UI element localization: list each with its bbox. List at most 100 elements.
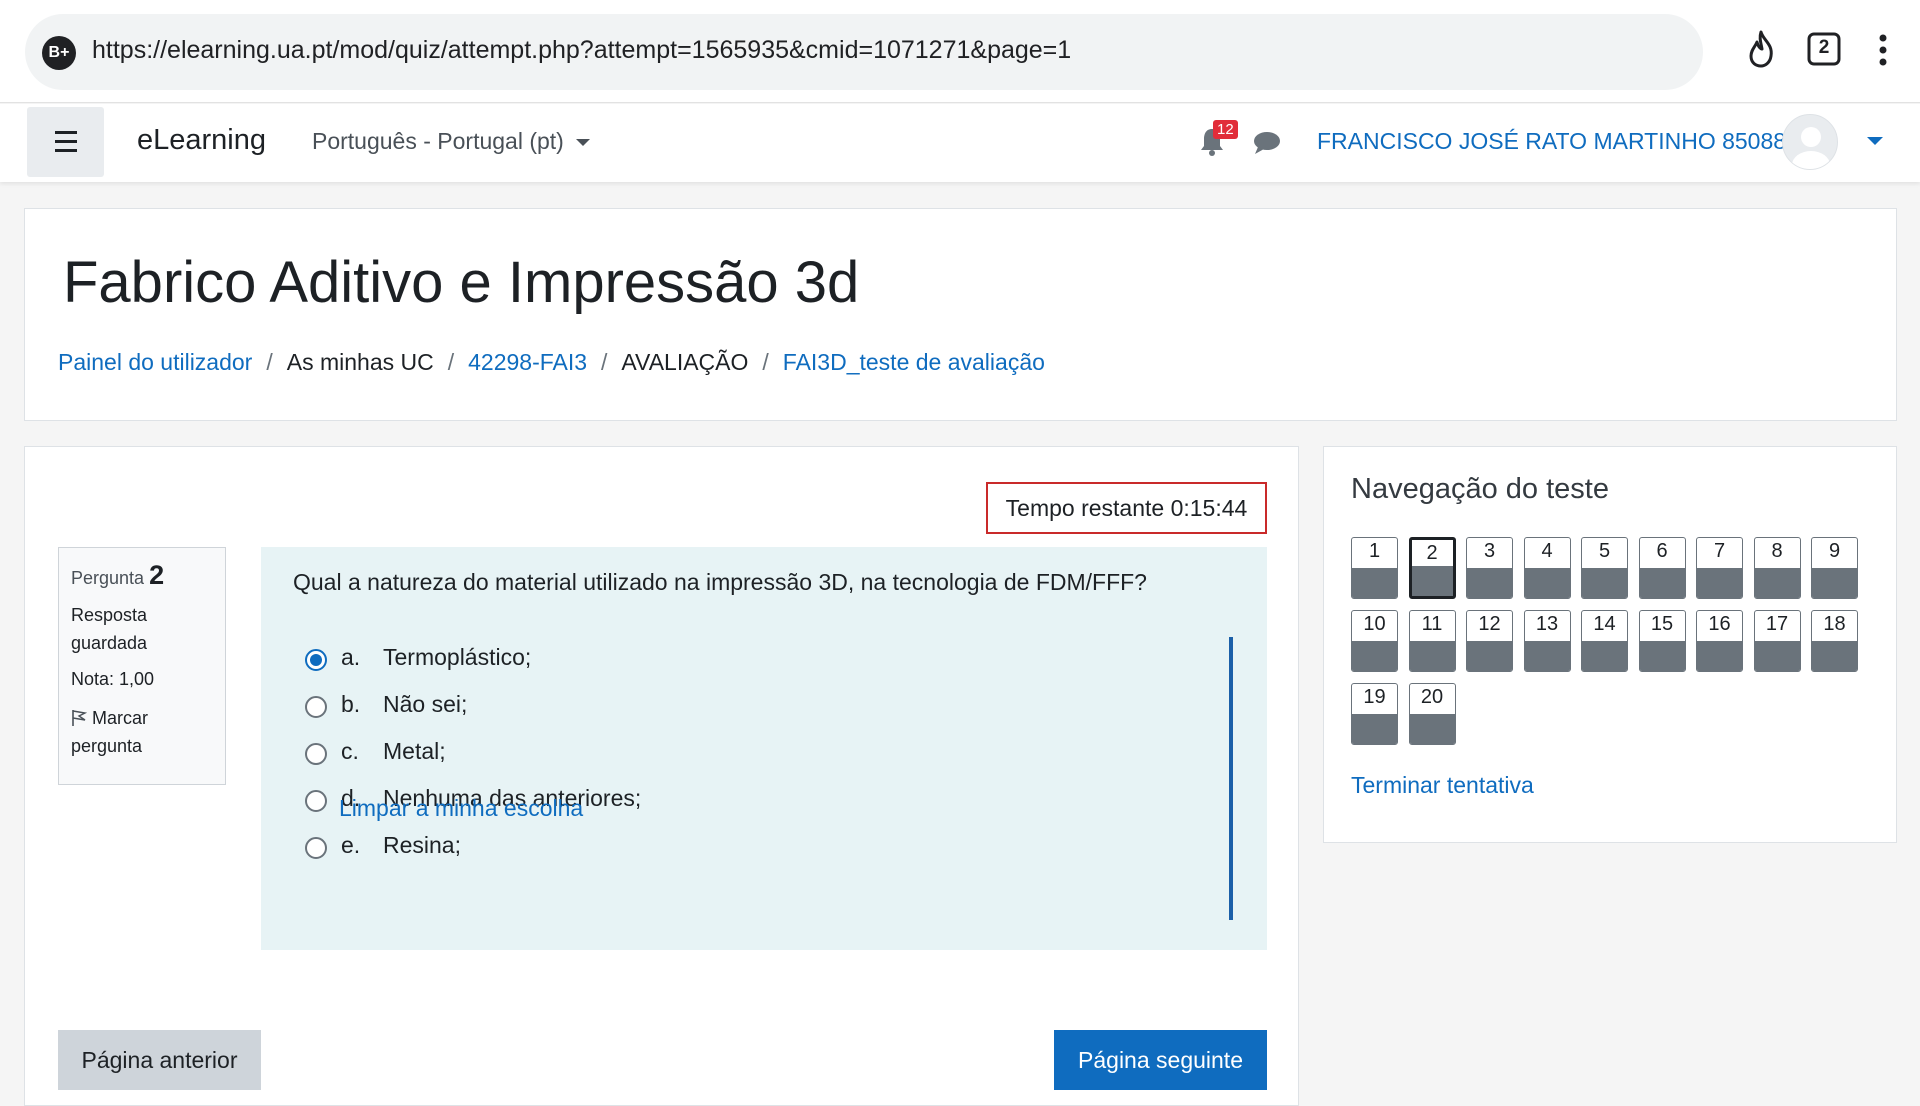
question-nav-button-19[interactable]: 19 (1351, 683, 1398, 745)
answer-option-b[interactable]: b. Não sei; (305, 689, 1205, 736)
question-nav-number: 18 (1823, 613, 1846, 635)
answered-indicator (1409, 641, 1455, 671)
chat-icon[interactable] (1252, 130, 1282, 161)
question-nav-number: 10 (1363, 613, 1386, 635)
breadcrumb-item-dashboard[interactable]: Painel do utilizador (58, 349, 252, 375)
flame-icon[interactable] (1745, 30, 1777, 73)
next-page-button[interactable]: Página seguinte (1054, 1030, 1267, 1090)
answer-option-e[interactable]: e. Resina; (305, 830, 1205, 877)
answered-indicator (1754, 641, 1800, 671)
question-nav-button-6[interactable]: 6 (1638, 537, 1686, 599)
answered-indicator (1467, 568, 1512, 598)
breadcrumb-separator: / (762, 349, 769, 375)
question-nav-number: 11 (1421, 613, 1443, 635)
question-nav-button-4[interactable]: 4 (1523, 537, 1571, 599)
question-nav-number: 19 (1363, 686, 1386, 708)
flag-question-toggle[interactable]: Marcar pergunta (71, 704, 213, 760)
answer-text[interactable]: Não sei; (383, 691, 467, 718)
answered-indicator (1639, 568, 1685, 598)
question-nav-button-20[interactable]: 20 (1408, 683, 1456, 745)
breadcrumb-separator: / (266, 349, 273, 375)
clear-choice-link[interactable]: Limpar a minha escolha (339, 795, 583, 822)
language-selector[interactable]: Português - Portugal (pt) (312, 128, 590, 155)
answer-text[interactable]: Metal; (383, 738, 446, 765)
answer-option-c[interactable]: c. Metal; (305, 736, 1205, 783)
question-nav-button-16[interactable]: 16 (1696, 610, 1743, 672)
menu-toggle-button[interactable] (27, 107, 104, 177)
more-vertical-icon[interactable] (1876, 34, 1890, 71)
question-nav-number: 14 (1593, 613, 1616, 635)
radio-button[interactable] (305, 649, 327, 671)
question-number: Pergunta 2 (71, 560, 165, 590)
question-grade: Nota: 1,00 (71, 669, 155, 689)
site-navbar: eLearning Português - Portugal (pt) 12 F… (0, 104, 1920, 182)
user-avatar[interactable] (1782, 114, 1838, 170)
answered-indicator (1352, 714, 1397, 744)
question-nav-number: 4 (1541, 540, 1553, 562)
question-nav-number: 8 (1771, 540, 1783, 562)
flag-icon (71, 708, 88, 728)
site-badge-icon[interactable]: B+ (42, 36, 76, 70)
page-header: Fabrico Aditivo e Impressão 3d Painel do… (24, 208, 1897, 421)
question-nav-button-9[interactable]: 9 (1811, 537, 1858, 599)
tab-count: 2 (1818, 37, 1830, 58)
breadcrumb-item-course[interactable]: 42298-FAI3 (468, 349, 587, 375)
answered-indicator (1352, 568, 1397, 598)
radio-button[interactable] (305, 837, 327, 859)
question-nav-button-5[interactable]: 5 (1581, 537, 1628, 599)
question-state: Resposta guardada (71, 605, 148, 653)
question-nav-button-7[interactable]: 7 (1696, 537, 1743, 599)
previous-page-button[interactable]: Página anterior (58, 1030, 261, 1090)
answered-indicator (1411, 566, 1453, 596)
user-name[interactable]: FRANCISCO JOSÉ RATO MARTINHO 85088 (1317, 128, 1786, 155)
answer-list: a. Termoplástico; b. Não sei; c. Metal; … (305, 642, 1205, 877)
answered-indicator (1467, 641, 1512, 671)
answered-indicator (1812, 568, 1857, 598)
question-nav-button-11[interactable]: 11 (1408, 610, 1456, 672)
user-menu-caret-icon[interactable] (1867, 137, 1883, 145)
question-nav-number: 9 (1828, 540, 1841, 562)
question-nav-number: 6 (1656, 540, 1668, 562)
url-text[interactable]: https://elearning.ua.pt/mod/quiz/attempt… (92, 36, 1071, 65)
tabs-icon[interactable]: 2 (1807, 32, 1841, 71)
question-nav-number: 12 (1478, 613, 1501, 635)
answer-letter: b. (341, 691, 361, 717)
answered-indicator (1524, 641, 1570, 671)
answer-text[interactable]: Termoplástico; (383, 644, 531, 671)
question-text: Qual a natureza do material utilizado na… (293, 569, 1147, 595)
radio-button[interactable] (305, 743, 327, 765)
question-nav-button-8[interactable]: 8 (1753, 537, 1801, 599)
question-nav-button-13[interactable]: 13 (1523, 610, 1571, 672)
question-nav-button-15[interactable]: 15 (1638, 610, 1686, 672)
question-nav-button-2[interactable]: 2 (1408, 537, 1456, 599)
page-title: Fabrico Aditivo e Impressão 3d (63, 250, 860, 315)
breadcrumb-item-quiz[interactable]: FAI3D_teste de avaliação (783, 349, 1045, 375)
finish-attempt-link[interactable]: Terminar tentativa (1351, 772, 1534, 799)
question-nav-button-1[interactable]: 1 (1351, 537, 1398, 599)
quiz-content: Tempo restante 0:15:44 Pergunta 2 Respos… (24, 446, 1299, 1106)
breadcrumb-separator: / (447, 349, 455, 375)
question-info: Pergunta 2 Resposta guardada Nota: 1,00 … (58, 547, 226, 785)
answered-indicator (1352, 641, 1397, 671)
caret-down-icon (575, 139, 590, 147)
question-nav-button-18[interactable]: 18 (1811, 610, 1858, 672)
question-box: Qual a natureza do material utilizado na… (261, 547, 1267, 950)
url-bar[interactable]: B+ https://elearning.ua.pt/mod/quiz/atte… (25, 14, 1703, 90)
answer-text[interactable]: Resina; (383, 832, 461, 859)
time-remaining: Tempo restante 0:15:44 (986, 482, 1267, 534)
question-nav-number: 3 (1483, 540, 1496, 562)
radio-button[interactable] (305, 696, 327, 718)
answer-option-a[interactable]: a. Termoplástico; (305, 642, 1205, 689)
question-nav-button-17[interactable]: 17 (1753, 610, 1801, 672)
answer-letter: a. (341, 644, 361, 670)
question-nav-button-3[interactable]: 3 (1466, 537, 1513, 599)
scrollbar-indicator (1229, 637, 1233, 920)
radio-button[interactable] (305, 790, 327, 812)
question-nav-button-14[interactable]: 14 (1581, 610, 1628, 672)
quiz-navigation: Navegação do teste 1 2 3 4 5 6 7 8 9 10 11 12 13 14 15… (1323, 446, 1897, 843)
question-nav-button-12[interactable]: 12 (1466, 610, 1513, 672)
question-nav-number: 1 (1368, 540, 1381, 562)
answered-indicator (1754, 568, 1800, 598)
site-brand[interactable]: eLearning (137, 124, 266, 157)
question-nav-button-10[interactable]: 10 (1351, 610, 1398, 672)
